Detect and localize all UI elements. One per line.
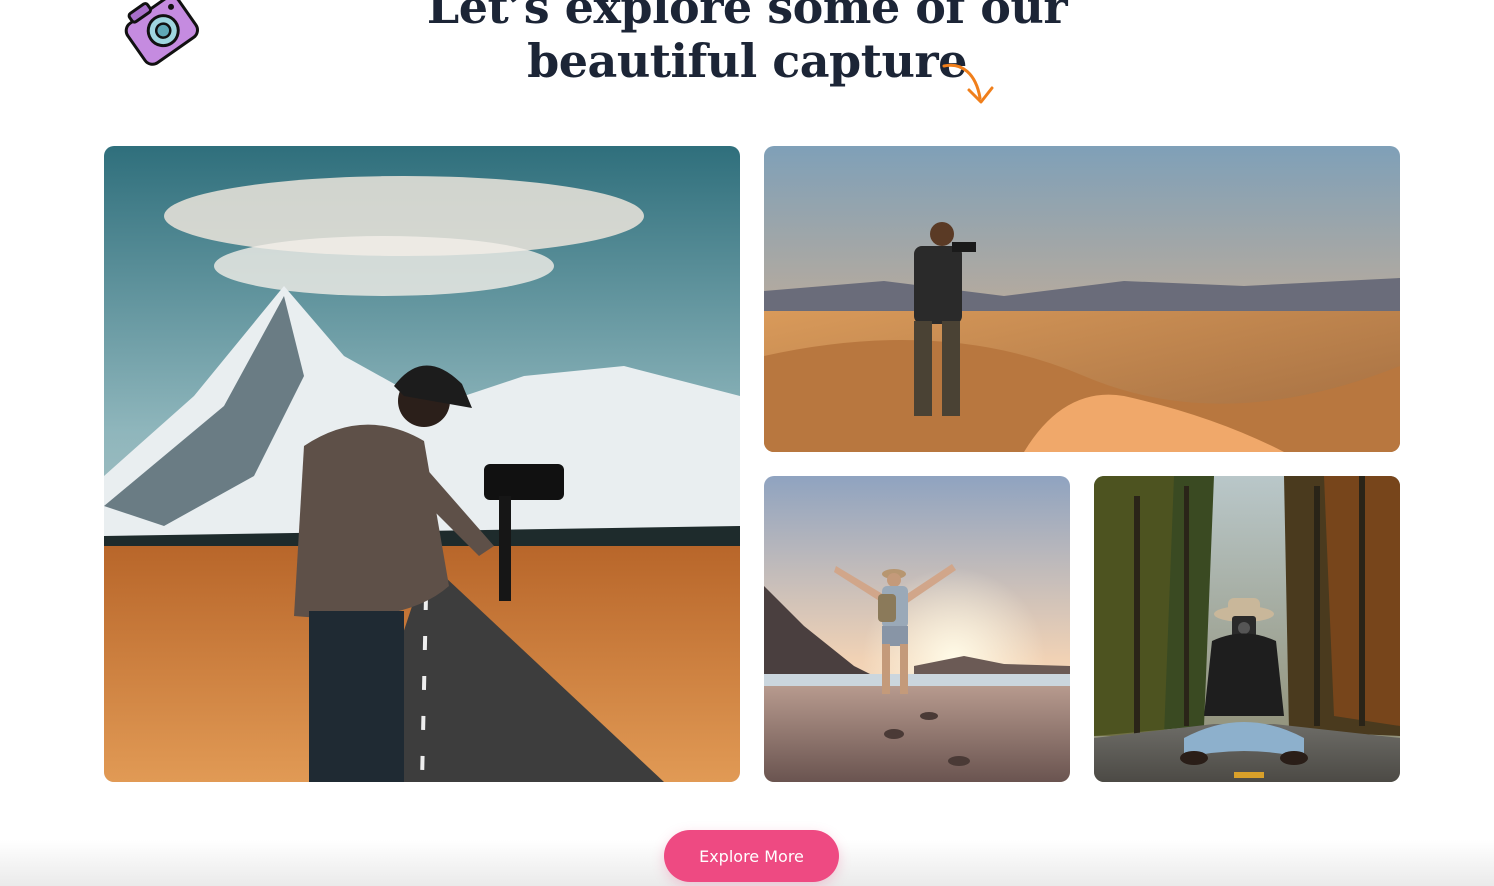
heading-line-1: Let’s explore some of our bbox=[426, 0, 1068, 34]
explore-more-button[interactable]: Explore More bbox=[664, 830, 839, 882]
woman-camera-forest-road-photo[interactable] bbox=[1094, 476, 1400, 782]
curved-arrow-icon bbox=[940, 60, 998, 110]
section-heading: Let’s explore some of our beautiful capt… bbox=[0, 0, 1494, 88]
heading-line-2: beautiful capture bbox=[527, 34, 967, 88]
filmmaker-road-mountain-photo[interactable] bbox=[104, 146, 740, 782]
hiker-beach-sunset-photo[interactable] bbox=[764, 476, 1070, 782]
photographer-desert-dunes-photo[interactable] bbox=[764, 146, 1400, 452]
